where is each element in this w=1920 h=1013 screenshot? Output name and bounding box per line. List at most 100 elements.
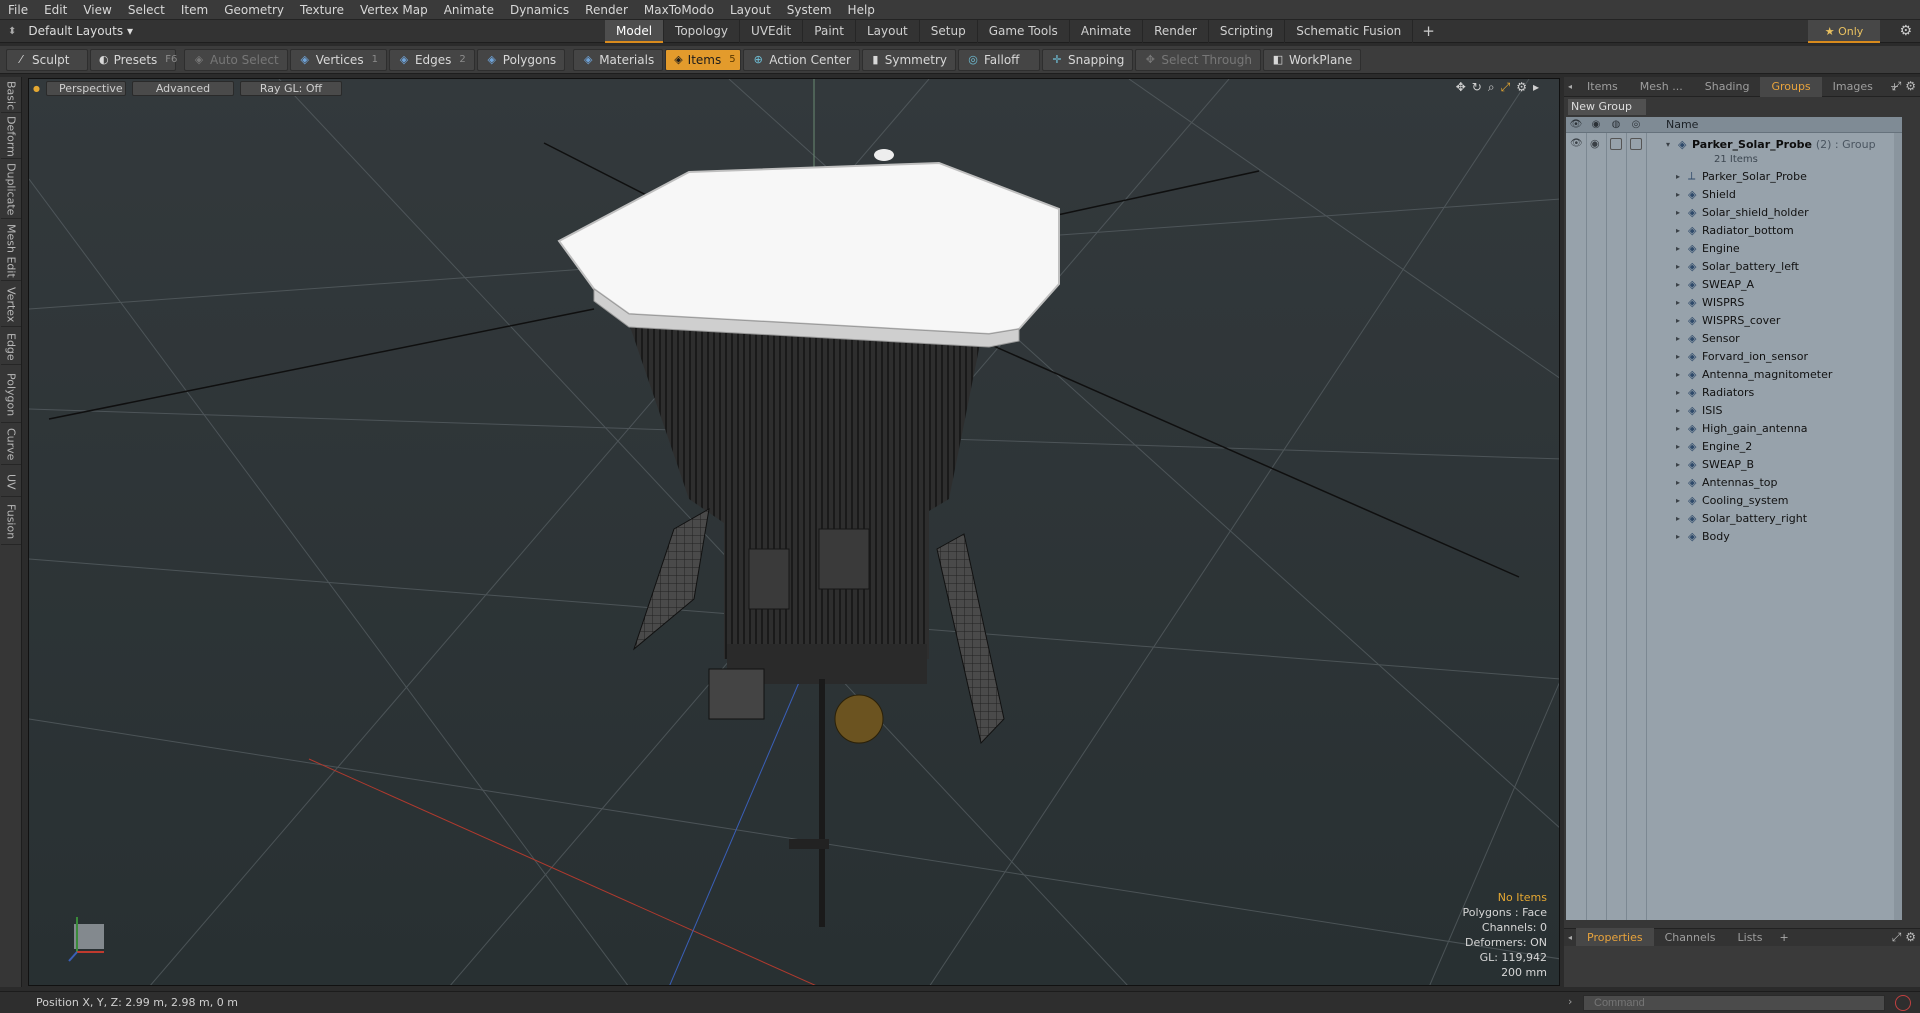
command-input[interactable] xyxy=(1583,995,1885,1011)
render-column-icon[interactable]: ◉ xyxy=(1586,119,1606,130)
menu-system[interactable]: System xyxy=(779,0,840,20)
list-item[interactable]: ▸ ◈ Forvard_ion_sensor xyxy=(1566,347,1902,365)
left-tab-deform[interactable]: Deform xyxy=(1,115,21,159)
tab-setup[interactable]: Setup xyxy=(920,20,978,43)
raygl-toggle[interactable]: Ray GL: Off xyxy=(239,80,342,96)
expand-arrow-icon[interactable]: ▸ xyxy=(1676,190,1680,199)
tab-paint[interactable]: Paint xyxy=(803,20,856,43)
pan-icon[interactable]: ✥ xyxy=(1456,80,1466,95)
left-tab-edge[interactable]: Edge xyxy=(1,329,21,365)
visibility-eye-icon[interactable]: 👁 xyxy=(1570,138,1583,149)
list-item[interactable]: ▸ ◈ Body xyxy=(1566,527,1902,545)
select-through-button[interactable]: ✥ Select Through xyxy=(1135,48,1261,71)
expand-arrow-icon[interactable]: ▸ xyxy=(1676,406,1680,415)
menu-texture[interactable]: Texture xyxy=(292,0,352,20)
menu-maxtomodo[interactable]: MaxToModo xyxy=(636,0,722,20)
panel-tab-groups[interactable]: Groups xyxy=(1760,76,1822,97)
expand-arrow-icon[interactable]: ▸ xyxy=(1676,172,1680,181)
materials-button[interactable]: ◈ Materials xyxy=(573,48,664,71)
expand-arrow-icon[interactable]: ▸ xyxy=(1676,388,1680,397)
render-toggle-icon[interactable]: ◉ xyxy=(1590,137,1600,150)
properties-add-tab-button[interactable]: + xyxy=(1773,931,1794,944)
presets-button[interactable]: ◐ Presets F6 xyxy=(90,48,177,71)
layout-dropdown[interactable]: Default Layouts ▾ xyxy=(22,24,139,38)
edges-button[interactable]: ◈ Edges 2 xyxy=(388,48,475,71)
tab-model[interactable]: Model xyxy=(605,20,665,43)
menu-animate[interactable]: Animate xyxy=(436,0,502,20)
properties-collapse-icon[interactable]: ◂ xyxy=(1564,933,1576,942)
expand-arrow-icon[interactable]: ▸ xyxy=(1676,208,1680,217)
action-center-button[interactable]: ⊕ Action Center xyxy=(743,48,860,71)
list-item[interactable]: ▸ ◈ SWEAP_A xyxy=(1566,275,1902,293)
list-item[interactable]: ▸ ◈ Solar_battery_left xyxy=(1566,257,1902,275)
expand-arrow-icon[interactable]: ▸ xyxy=(1676,460,1680,469)
list-item[interactable]: ▸ ◈ High_gain_antenna xyxy=(1566,419,1902,437)
list-item[interactable]: ▸ ◈ Sensor xyxy=(1566,329,1902,347)
panel-tab-mesh[interactable]: Mesh ... xyxy=(1629,77,1694,97)
expand-arrow-icon[interactable]: ▸ xyxy=(1676,514,1680,523)
tab-layout[interactable]: Layout xyxy=(856,20,920,43)
vertices-button[interactable]: ◈ Vertices 1 xyxy=(289,48,387,71)
zoom-icon[interactable]: ⌕ xyxy=(1488,80,1495,95)
panel-tab-images[interactable]: Images xyxy=(1822,77,1884,97)
maximize-icon[interactable]: ⤢ xyxy=(1892,79,1902,93)
menu-select[interactable]: Select xyxy=(120,0,173,20)
expand-arrow-icon[interactable]: ▸ xyxy=(1676,352,1680,361)
items-button[interactable]: ◈ Items 5 xyxy=(665,48,742,71)
properties-gear-icon[interactable]: ⚙ xyxy=(1905,930,1916,944)
expand-arrow-icon[interactable]: ▸ xyxy=(1676,424,1680,433)
tab-channels[interactable]: Channels xyxy=(1654,928,1727,948)
list-item[interactable]: ▸ ◈ Engine xyxy=(1566,239,1902,257)
fit-icon[interactable]: ⤢ xyxy=(1501,80,1511,95)
menu-vertex-map[interactable]: Vertex Map xyxy=(352,0,436,20)
list-item[interactable]: ▸ ◈ SWEAP_B xyxy=(1566,455,1902,473)
sculpt-button[interactable]: ⁄ Sculpt xyxy=(6,48,88,71)
tab-topology[interactable]: Topology xyxy=(664,20,741,43)
lock-checkbox[interactable] xyxy=(1610,138,1622,150)
falloff-button[interactable]: ◎ Falloff xyxy=(958,48,1040,71)
new-group-button[interactable]: New Group xyxy=(1568,99,1646,115)
left-tab-curve[interactable]: Curve xyxy=(1,425,21,465)
lock-column-icon[interactable]: ◍ xyxy=(1606,119,1626,130)
left-tab-vertex[interactable]: Vertex xyxy=(1,283,21,327)
gear-icon[interactable]: ⚙ xyxy=(1899,20,1912,43)
snapping-button[interactable]: ✛ Snapping xyxy=(1042,48,1134,71)
list-item[interactable]: ▸ ◈ Antennas_top xyxy=(1566,473,1902,491)
list-item[interactable]: ▸ ◈ Solar_battery_right xyxy=(1566,509,1902,527)
panel-tab-items[interactable]: Items xyxy=(1576,77,1629,97)
left-tab-mesh-edit[interactable]: Mesh Edit xyxy=(1,221,21,281)
menu-view[interactable]: View xyxy=(75,0,119,20)
expand-arrow-icon[interactable]: ▸ xyxy=(1676,244,1680,253)
list-item[interactable]: ▸ ◈ Shield xyxy=(1566,185,1902,203)
tab-properties[interactable]: Properties xyxy=(1576,927,1654,948)
expand-arrow-icon[interactable]: ▸ xyxy=(1676,478,1680,487)
select-column-icon[interactable]: ◎ xyxy=(1626,119,1646,130)
expand-arrow-icon[interactable]: ▸ xyxy=(1676,442,1680,451)
visibility-column-icon[interactable]: 👁 xyxy=(1566,119,1586,130)
workplane-button[interactable]: ◧ WorkPlane xyxy=(1262,48,1362,71)
expand-arrow-icon[interactable]: ▸ xyxy=(1676,226,1680,235)
menu-render[interactable]: Render xyxy=(577,0,636,20)
shading-mode-dropdown[interactable]: Advanced xyxy=(131,80,234,96)
tab-scripting[interactable]: Scripting xyxy=(1209,20,1286,43)
menu-layout[interactable]: Layout xyxy=(722,0,779,20)
menu-item[interactable]: Item xyxy=(173,0,216,20)
tab-uvedit[interactable]: UVEdit xyxy=(740,20,804,43)
menu-file[interactable]: File xyxy=(0,0,36,20)
list-item[interactable]: ▸ ◈ Solar_shield_holder xyxy=(1566,203,1902,221)
list-item[interactable]: ▸ ⟂ Parker_Solar_Probe xyxy=(1566,167,1902,185)
left-tab-uv[interactable]: UV xyxy=(1,467,21,497)
expand-arrow-icon[interactable]: ▸ xyxy=(1676,370,1680,379)
panel-gear-icon[interactable]: ⚙ xyxy=(1905,79,1916,93)
expand-arrow-icon[interactable]: ▸ xyxy=(1676,496,1680,505)
name-column-header[interactable]: Name xyxy=(1666,118,1698,131)
tab-game-tools[interactable]: Game Tools xyxy=(978,20,1070,43)
menu-edit[interactable]: Edit xyxy=(36,0,75,20)
polygons-button[interactable]: ◈ Polygons xyxy=(476,48,566,71)
panel-collapse-icon[interactable]: ◂ xyxy=(1564,82,1576,91)
expand-arrow-icon[interactable]: ▸ xyxy=(1676,532,1680,541)
expand-arrow-icon[interactable]: ▸ xyxy=(1676,334,1680,343)
left-tab-basic[interactable]: Basic xyxy=(1,79,21,113)
tab-schematic-fusion[interactable]: Schematic Fusion xyxy=(1285,20,1414,43)
expand-arrow-icon[interactable]: ▸ xyxy=(1533,80,1539,95)
